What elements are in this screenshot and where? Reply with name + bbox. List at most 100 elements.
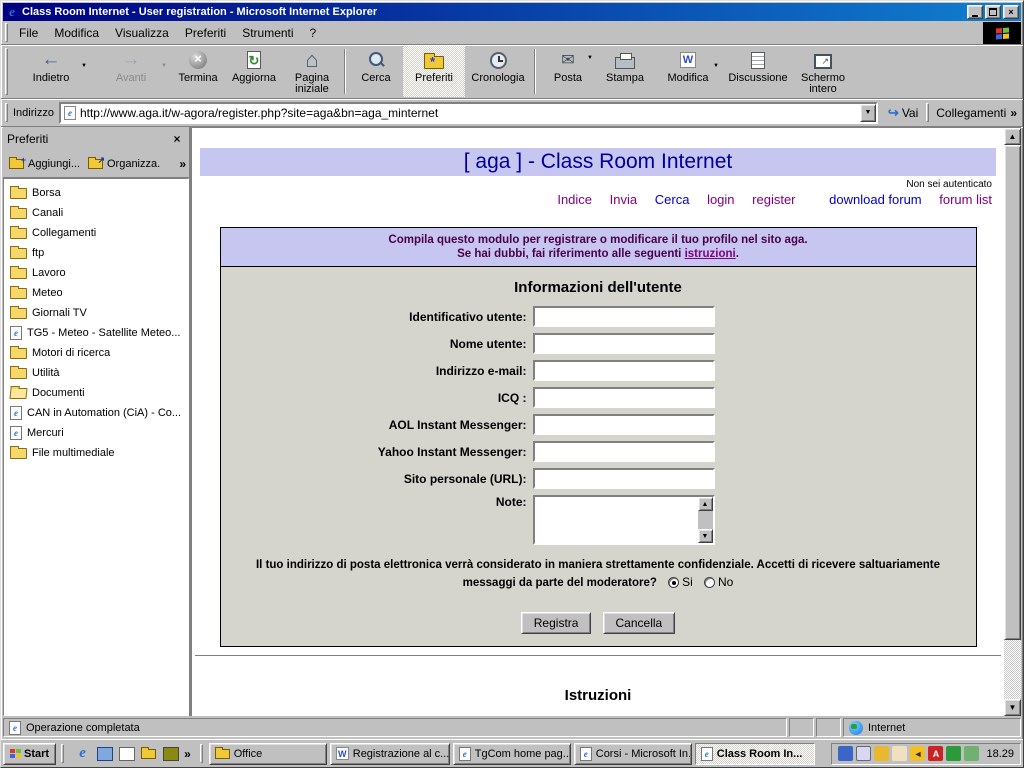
- refresh-button[interactable]: ↻ Aggiorna: [225, 46, 283, 97]
- task-class-room[interactable]: e Class Room In...: [695, 743, 815, 765]
- favorite-item[interactable]: File multimediale: [4, 443, 188, 463]
- tray-globe-icon[interactable]: [946, 746, 961, 761]
- task-office[interactable]: Office: [209, 743, 327, 765]
- favorite-item[interactable]: Collegamenti: [4, 223, 188, 243]
- icq-input[interactable]: [533, 387, 715, 408]
- discuss-button[interactable]: Discussione: [723, 46, 793, 97]
- cancella-button[interactable]: Cancella: [603, 612, 676, 634]
- radio-si-label[interactable]: Si: [682, 575, 693, 589]
- nav-cerca[interactable]: Cerca: [655, 192, 690, 207]
- organize-favorites-button[interactable]: ↗ Organizza.: [85, 156, 163, 172]
- favorite-item[interactable]: Documenti: [4, 383, 188, 403]
- forward-button[interactable]: → Avanti ▼: [91, 46, 171, 97]
- quicklaunch-grip[interactable]: [61, 744, 64, 763]
- mail-button[interactable]: ✉ Posta ▼: [539, 46, 597, 97]
- tray-volume-icon[interactable]: ◄: [910, 746, 925, 761]
- note-scrollbar[interactable]: ▲ ▼: [698, 497, 713, 543]
- favorite-item[interactable]: eTG5 - Meteo - Satellite Meteo...: [4, 323, 188, 343]
- note-scroll-up-icon[interactable]: ▲: [698, 497, 713, 511]
- fullscreen-button[interactable]: ↗ Schermo intero: [793, 46, 853, 97]
- favorite-item[interactable]: ftp: [4, 243, 188, 263]
- back-dropdown-icon[interactable]: ▼: [81, 61, 87, 72]
- task-tgcom[interactable]: e TgCom home pag...: [453, 743, 571, 765]
- nav-invia[interactable]: Invia: [610, 192, 637, 207]
- toolbar-grip[interactable]: [5, 48, 8, 95]
- favorite-item[interactable]: eCAN in Automation (CiA) - Co...: [4, 403, 188, 423]
- edit-button[interactable]: W Modifica ▼: [653, 46, 723, 97]
- tray-scheduler-icon[interactable]: [838, 746, 853, 761]
- yahoo-messenger-input[interactable]: [533, 441, 715, 462]
- mail-dropdown-icon[interactable]: ▼: [587, 53, 593, 64]
- identificativo-utente-input[interactable]: [533, 306, 715, 327]
- nav-indice[interactable]: Indice: [557, 192, 592, 207]
- menu-file[interactable]: File: [11, 23, 46, 43]
- task-registrazione[interactable]: W Registrazione al c...: [330, 743, 450, 765]
- address-url[interactable]: http://www.aga.it/w-agora/register.php?s…: [80, 106, 860, 120]
- add-favorite-button[interactable]: + Aggiungi...: [6, 156, 83, 172]
- restore-button[interactable]: [985, 5, 1001, 19]
- nome-utente-input[interactable]: [533, 333, 715, 354]
- favorite-item[interactable]: Canali: [4, 203, 188, 223]
- quicklaunch-folder-icon[interactable]: [140, 745, 157, 762]
- menu-help[interactable]: ?: [302, 23, 325, 43]
- back-button[interactable]: ← Indietro ▼: [11, 46, 91, 97]
- address-combo[interactable]: e http://www.aga.it/w-agora/register.php…: [59, 102, 878, 124]
- print-button[interactable]: Stampa: [597, 46, 653, 97]
- quicklaunch-chevron-icon[interactable]: »: [184, 747, 191, 761]
- nav-download-forum[interactable]: download forum: [829, 192, 922, 207]
- scroll-up-icon[interactable]: ▲: [1004, 128, 1021, 145]
- menu-modifica[interactable]: Modifica: [46, 23, 107, 43]
- edit-dropdown-icon[interactable]: ▼: [713, 61, 719, 72]
- registra-button[interactable]: Registra: [521, 612, 592, 634]
- page-scrollbar[interactable]: ▲ ▼: [1004, 128, 1021, 716]
- menu-preferiti[interactable]: Preferiti: [177, 23, 234, 43]
- scroll-thumb[interactable]: [1004, 145, 1021, 640]
- scroll-track[interactable]: [1004, 640, 1021, 699]
- quicklaunch-channels-icon[interactable]: [96, 745, 113, 762]
- links-grip[interactable]: [926, 103, 929, 122]
- tasks-grip[interactable]: [200, 744, 203, 763]
- minimize-button[interactable]: [967, 5, 983, 19]
- search-button[interactable]: Cerca: [349, 46, 403, 97]
- favorites-chevron-icon[interactable]: »: [179, 157, 186, 171]
- radio-no-label[interactable]: No: [718, 575, 733, 589]
- favorite-item[interactable]: Meteo: [4, 283, 188, 303]
- tray-pointer-icon[interactable]: [892, 746, 907, 761]
- scroll-down-icon[interactable]: ▼: [1004, 699, 1021, 716]
- start-button[interactable]: Start: [3, 743, 56, 765]
- favorite-item[interactable]: eMercuri: [4, 423, 188, 443]
- favorite-item[interactable]: Motori di ricerca: [4, 343, 188, 363]
- close-button[interactable]: ×: [1003, 5, 1019, 19]
- go-button[interactable]: ↪ Vai: [882, 103, 924, 123]
- menu-grip[interactable]: [5, 23, 8, 42]
- note-textarea[interactable]: ▲ ▼: [533, 495, 715, 545]
- aol-messenger-input[interactable]: [533, 414, 715, 435]
- address-dropdown-icon[interactable]: ▼: [860, 104, 876, 122]
- quicklaunch-mail-icon[interactable]: [118, 745, 135, 762]
- tray-display-icon[interactable]: [856, 746, 871, 761]
- menu-visualizza[interactable]: Visualizza: [107, 23, 177, 43]
- sito-personale-input[interactable]: [533, 468, 715, 489]
- favorites-button[interactable]: * Preferiti: [403, 46, 465, 97]
- favorite-item[interactable]: Giornali TV: [4, 303, 188, 323]
- favorite-item[interactable]: Lavoro: [4, 263, 188, 283]
- favorite-item[interactable]: Borsa: [4, 183, 188, 203]
- history-button[interactable]: Cronologia: [465, 46, 531, 97]
- home-button[interactable]: ⌂ Pagina iniziale: [283, 46, 341, 97]
- forward-dropdown-icon[interactable]: ▼: [161, 61, 167, 72]
- quicklaunch-tv-icon[interactable]: [162, 745, 179, 762]
- links-toolbar[interactable]: Collegamenti »: [932, 106, 1021, 120]
- nav-forum-list[interactable]: forum list: [939, 192, 992, 207]
- stop-button[interactable]: Termina: [171, 46, 225, 97]
- tray-network-icon[interactable]: [964, 746, 979, 761]
- links-chevron-icon[interactable]: »: [1010, 106, 1017, 120]
- nav-register[interactable]: register: [752, 192, 795, 207]
- tray-graphics-icon[interactable]: [874, 746, 889, 761]
- note-scroll-down-icon[interactable]: ▼: [698, 529, 713, 543]
- radio-no[interactable]: [704, 577, 715, 588]
- tray-ati-icon[interactable]: A: [928, 746, 943, 761]
- radio-si[interactable]: [668, 577, 679, 588]
- address-grip[interactable]: [5, 103, 8, 122]
- quicklaunch-ie-icon[interactable]: e: [74, 745, 91, 762]
- favorite-item[interactable]: Utilità: [4, 363, 188, 383]
